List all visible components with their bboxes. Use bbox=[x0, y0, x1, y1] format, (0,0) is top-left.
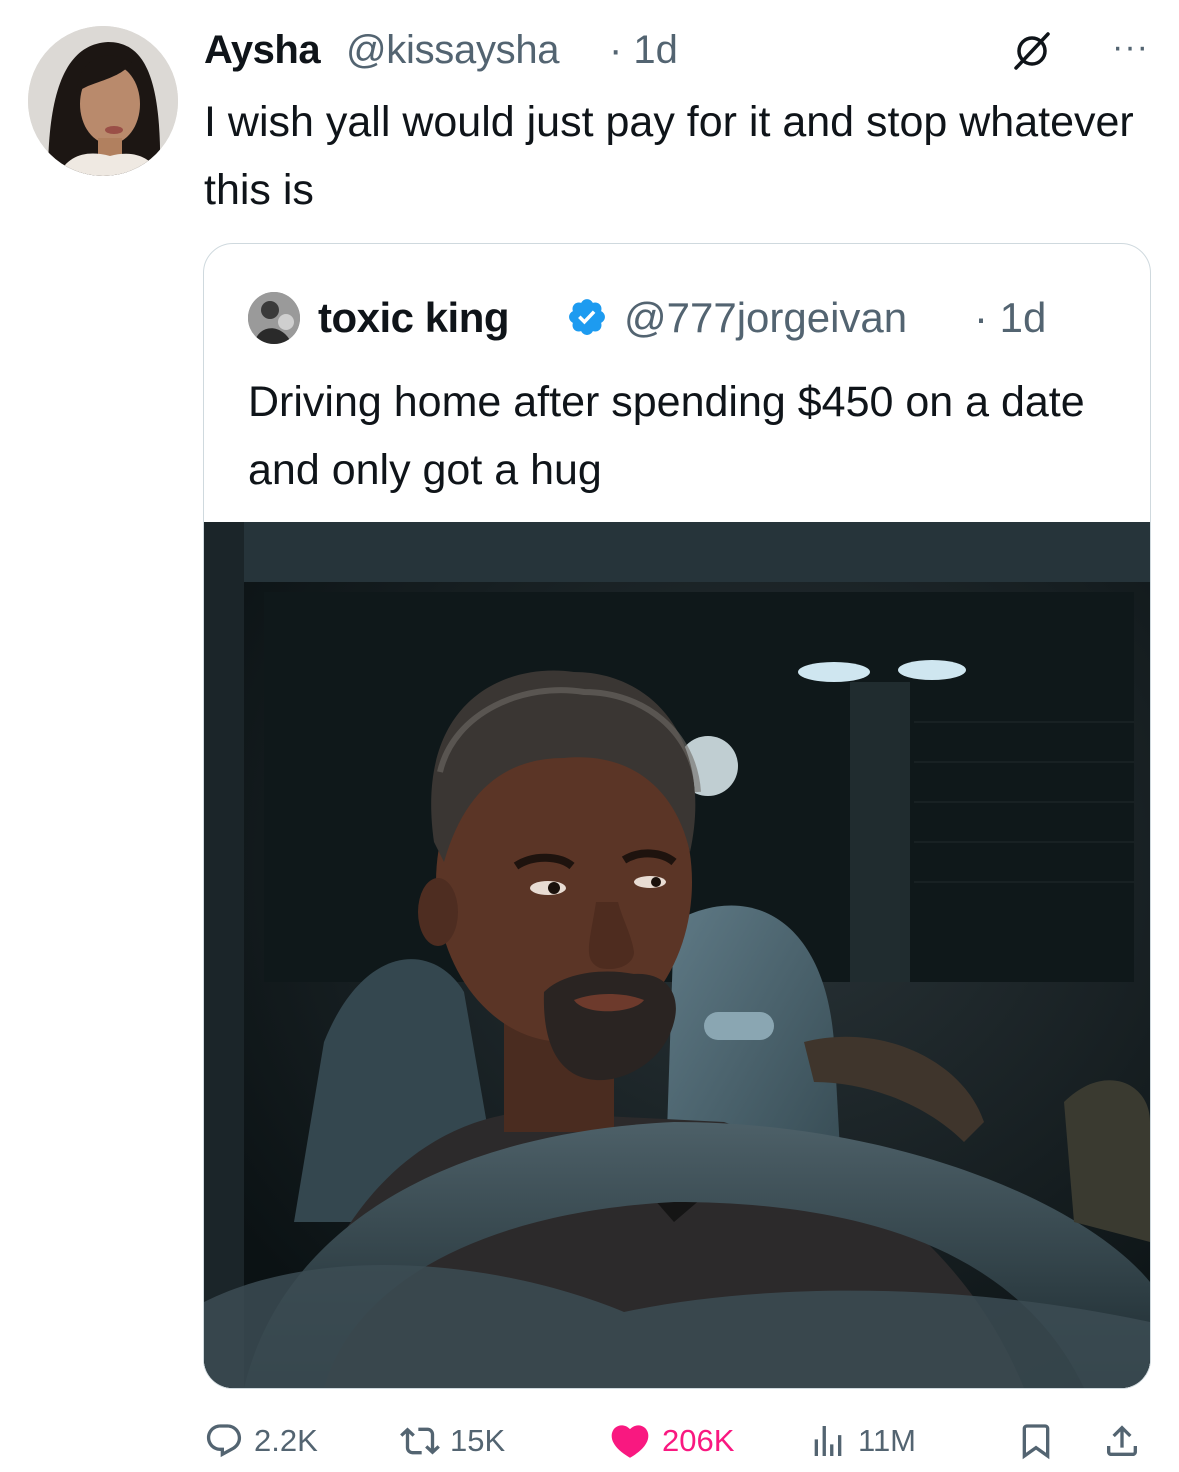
tweet-text: I wish yall would just pay for it and st… bbox=[204, 98, 1134, 214]
quoted-text: Driving home after spending $450 on a da… bbox=[248, 378, 1085, 494]
like-count: 206K bbox=[662, 1423, 735, 1458]
tweet-header: Aysha @kissaysha · 1d ··· bbox=[204, 28, 1149, 78]
reply-count: 2.2K bbox=[254, 1423, 318, 1458]
views-button[interactable]: 11M bbox=[808, 1416, 916, 1466]
quoted-header: toxic king @777jorgeivan · 1d bbox=[248, 292, 1128, 344]
tweet-avatar[interactable] bbox=[28, 26, 178, 176]
author-name[interactable]: Aysha bbox=[204, 28, 321, 73]
repost-count: 15K bbox=[450, 1423, 506, 1458]
views-count: 11M bbox=[858, 1423, 917, 1458]
repost-icon bbox=[400, 1427, 440, 1455]
quoted-author-handle[interactable]: @777jorgeivan bbox=[624, 294, 907, 342]
reply-icon bbox=[206, 1424, 242, 1458]
verified-icon bbox=[569, 299, 605, 335]
bookmark-icon bbox=[1022, 1424, 1050, 1460]
repost-button[interactable]: 15K bbox=[400, 1416, 505, 1466]
grok-icon[interactable] bbox=[1011, 30, 1053, 72]
quoted-media-image[interactable] bbox=[204, 522, 1150, 1388]
more-icon[interactable]: ··· bbox=[1112, 28, 1149, 67]
quoted-time[interactable]: · 1d bbox=[974, 294, 1046, 342]
tweet-time[interactable]: · 1d bbox=[609, 28, 678, 73]
quoted-author-name[interactable]: toxic king bbox=[318, 294, 510, 342]
reply-button[interactable]: 2.2K bbox=[204, 1416, 318, 1466]
quoted-tweet[interactable]: toxic king @777jorgeivan · 1d Driving ho… bbox=[203, 243, 1151, 1389]
bookmark-button[interactable] bbox=[1016, 1416, 1056, 1466]
like-button[interactable]: 206K bbox=[608, 1416, 734, 1466]
share-icon bbox=[1107, 1425, 1137, 1456]
author-handle[interactable]: @kissaysha bbox=[346, 28, 560, 73]
views-icon bbox=[814, 1426, 842, 1456]
action-bar: 2.2K 15K 206K 11M bbox=[204, 1416, 1154, 1466]
quoted-avatar[interactable] bbox=[248, 292, 300, 344]
share-button[interactable] bbox=[1102, 1416, 1142, 1466]
like-icon bbox=[611, 1425, 649, 1458]
